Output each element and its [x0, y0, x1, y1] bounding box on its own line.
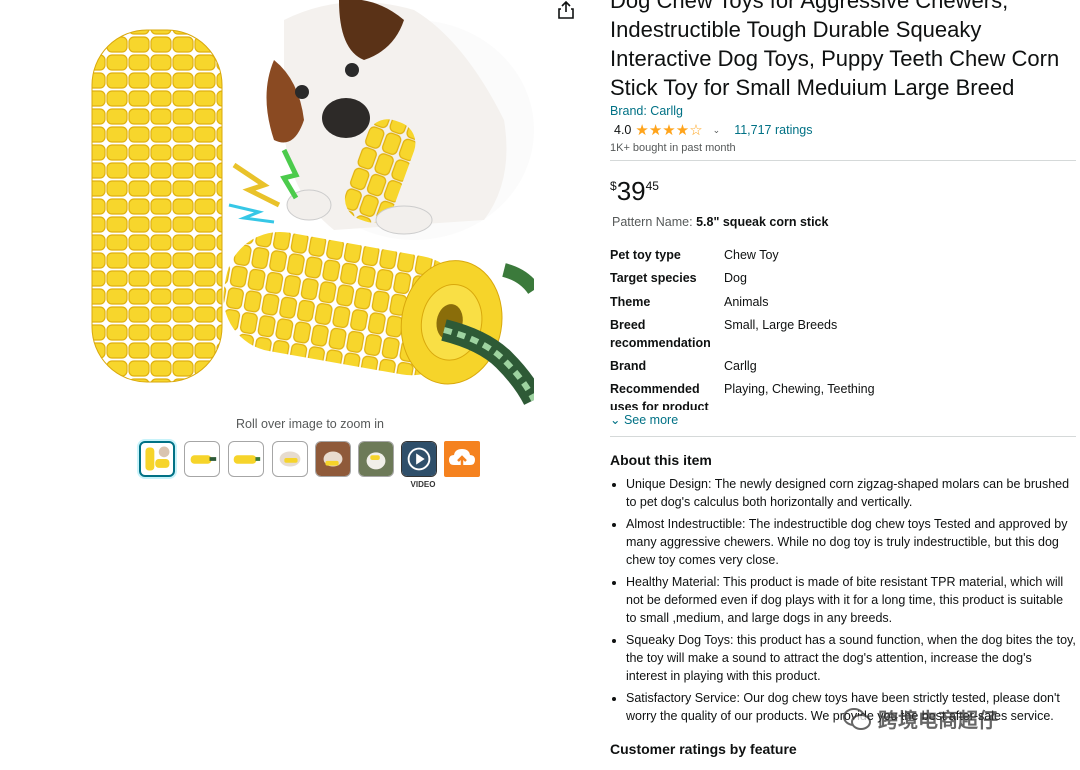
zoom-hint: Roll over image to zoom in — [236, 417, 384, 431]
video-label: VIDEO — [410, 480, 436, 489]
main-product-image[interactable] — [84, 0, 534, 408]
chevron-down-icon: ⌄ — [610, 413, 621, 427]
thumbnail-3[interactable] — [228, 441, 264, 477]
spec-row: Pet toy type Chew Toy — [610, 246, 1050, 264]
star-icon: ★ — [662, 121, 676, 139]
chevron-down-icon[interactable]: ⌄ — [713, 125, 721, 136]
price-whole: 39 — [616, 176, 646, 206]
corn-thumb-icon — [190, 455, 217, 464]
watermark-text: 跨境电商超仔 — [878, 710, 998, 732]
see-more-label: See more — [623, 413, 679, 427]
rating-row: 4.0 ★ ★ ★ ★ ☆ ⌄ 11,717 ratings — [614, 121, 813, 139]
list-item: Unique Design: The newly designed corn z… — [626, 475, 1076, 511]
spec-row: Brand Carllg — [610, 357, 1050, 375]
thumbnail-1[interactable] — [139, 441, 175, 477]
spec-key: Theme — [610, 294, 651, 309]
star-icon: ★ — [675, 121, 690, 139]
ratings-count-link[interactable]: 11,717 ratings — [734, 123, 812, 137]
dog-thumb-icon — [359, 442, 393, 476]
about-bullets: Unique Design: The newly designed corn z… — [610, 475, 1076, 729]
see-more-link[interactable]: ⌄ See more — [610, 412, 678, 427]
corn-thumb-icon — [233, 455, 261, 464]
spec-value: Playing, Chewing, Teething — [724, 382, 875, 397]
play-icon — [402, 442, 436, 476]
wechat-icon — [843, 707, 871, 730]
product-title: Dog Chew Toys for Aggressive Chewers, In… — [610, 0, 1060, 100]
customer-ratings-heading: Customer ratings by feature — [610, 741, 797, 757]
price: $3945 — [610, 176, 659, 207]
dog-thumb-icon — [279, 451, 301, 467]
spec-key: Brand — [610, 359, 647, 374]
pattern-label: Pattern Name: — [612, 215, 693, 229]
spec-key: Target species — [610, 271, 697, 286]
list-item: Squeaky Dog Toys: this product has a sou… — [626, 631, 1076, 685]
divider — [610, 436, 1076, 437]
spec-value: Small, Large Breeds — [724, 317, 838, 332]
spec-key: Pet toy type — [610, 248, 681, 262]
pattern-value: 5.8" squeak corn stick — [696, 215, 829, 229]
spec-row: Breed recommendation Small, Large Breeds — [610, 316, 1050, 352]
thumbnail-6[interactable] — [358, 441, 394, 477]
divider — [610, 160, 1076, 161]
bought-past-month: 1K+ bought in past month — [610, 142, 736, 154]
spec-value: Animals — [724, 294, 769, 309]
share-icon[interactable] — [557, 0, 575, 20]
price-symbol: $ — [610, 179, 617, 193]
thumbnail-4[interactable] — [272, 441, 308, 477]
watermark: 跨境电商超仔 — [842, 704, 998, 733]
price-fraction: 45 — [645, 179, 659, 193]
spec-value: Dog — [724, 271, 747, 286]
rating-value: 4.0 — [614, 123, 632, 137]
spec-key: Recommended uses for product — [610, 382, 709, 410]
dog-thumb-icon — [316, 442, 350, 476]
spec-row: Recommended uses for product Playing, Ch… — [610, 380, 1050, 410]
product-specs: Pet toy type Chew Toy Target species Dog… — [610, 246, 1050, 410]
thumbnail-upload[interactable] — [444, 441, 480, 477]
spec-key: Breed recommendation — [610, 317, 711, 350]
thumbnail-5[interactable] — [315, 441, 351, 477]
list-item: Almost Indestructible: The indestructibl… — [626, 515, 1076, 569]
star-rating[interactable]: ★ ★ ★ ★ ☆ — [635, 123, 702, 138]
spec-row: Target species Dog — [610, 269, 1050, 287]
spec-value: Chew Toy — [724, 248, 779, 262]
spec-value: Carllg — [724, 359, 757, 374]
list-item: Healthy Material: This product is made o… — [626, 573, 1076, 627]
corn-thumb-icon — [145, 446, 170, 471]
about-heading: About this item — [610, 452, 712, 468]
star-icon: ★ — [648, 121, 663, 139]
pattern-name: Pattern Name: 5.8" squeak corn stick — [612, 215, 828, 229]
thumbnail-video[interactable] — [401, 441, 437, 477]
thumbnail-2[interactable] — [184, 441, 220, 477]
corn-chew-toy-image — [91, 0, 534, 406]
star-empty-icon: ☆ — [689, 121, 703, 139]
spec-row: Theme Animals — [610, 293, 1050, 311]
cloud-upload-icon — [449, 449, 475, 469]
brand-link[interactable]: Brand: Carllg — [610, 104, 683, 118]
star-icon: ★ — [635, 121, 649, 139]
